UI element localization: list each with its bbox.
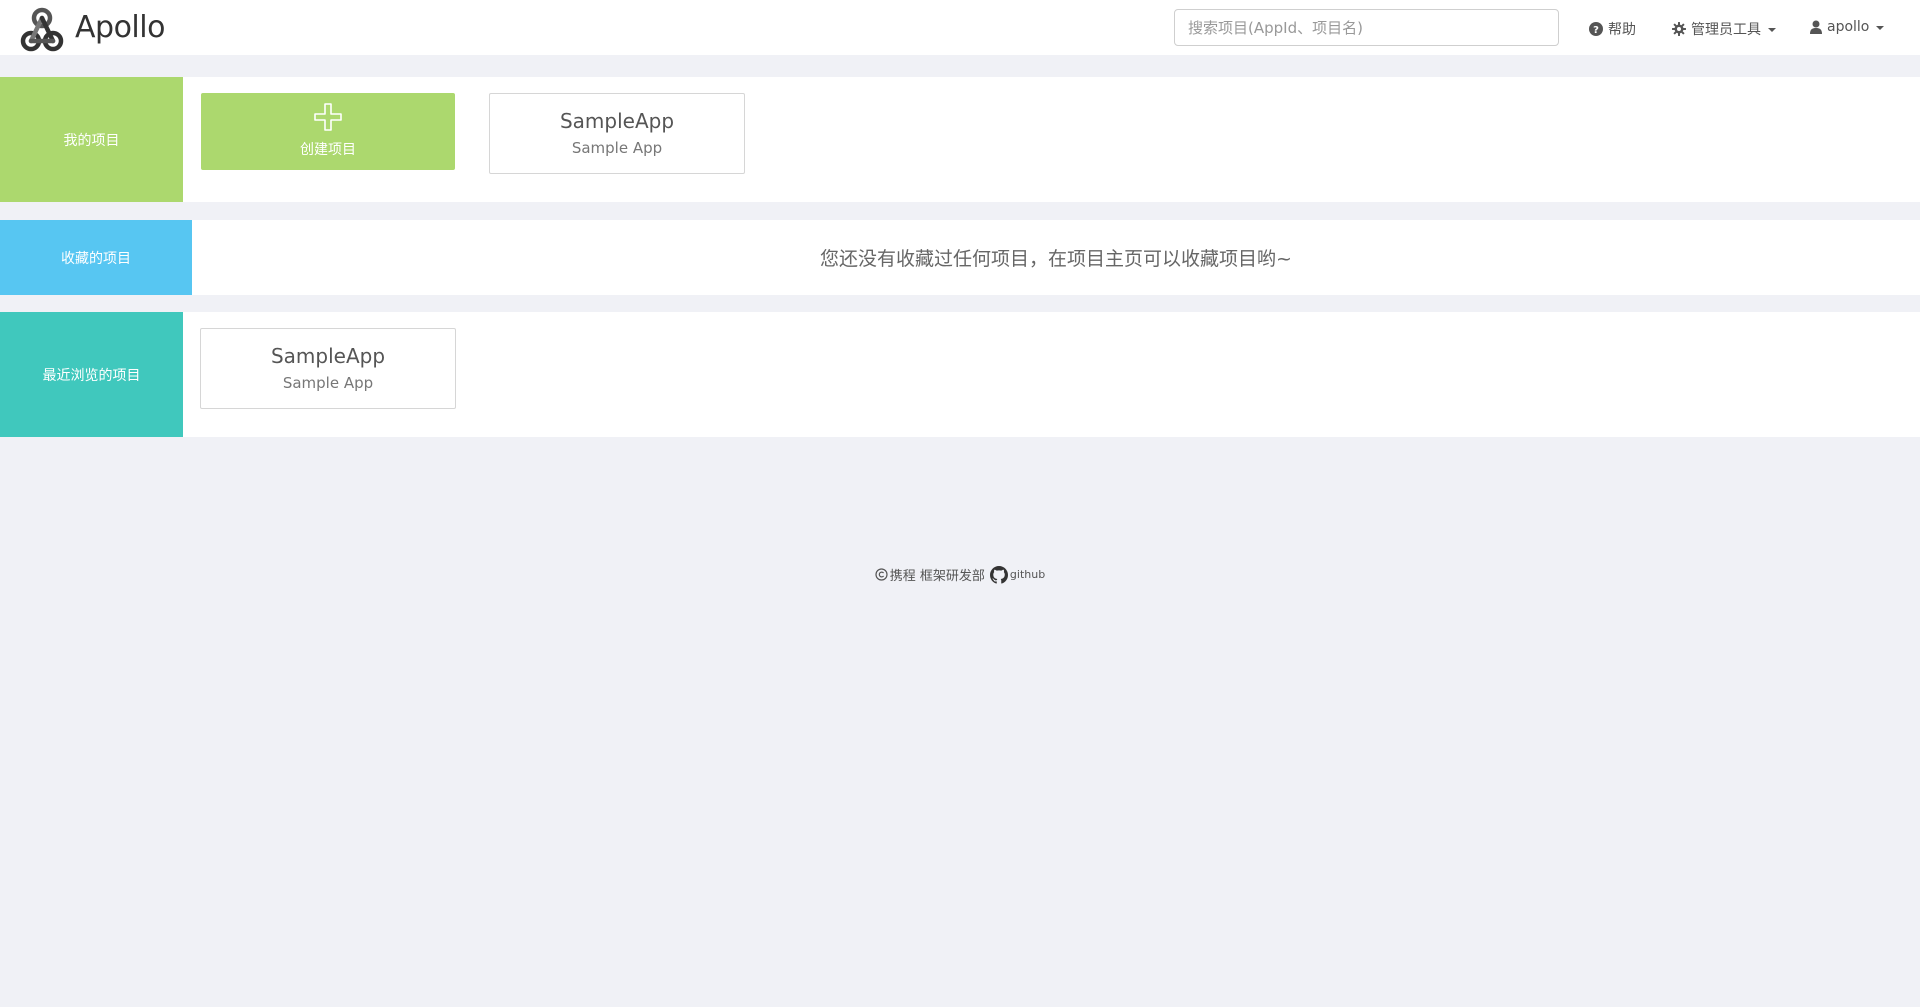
svg-text:?: ? [1593,25,1599,36]
caret-down-icon [1768,28,1776,32]
question-circle-icon: ? [1589,22,1603,36]
project-name: SampleApp [559,109,675,133]
caret-down-icon [1876,26,1885,30]
project-name: SampleApp [270,344,386,368]
project-card-sampleapp[interactable]: SampleApp Sample App [489,93,745,174]
plus-icon [314,102,342,135]
favorite-projects-section: 收藏的项目 您还没有收藏过任何项目，在项目主页可以收藏项目哟~ [0,220,1920,295]
my-projects-label: 我的项目 [0,77,183,202]
favorites-empty-message: 您还没有收藏过任何项目，在项目主页可以收藏项目哟~ [820,248,1292,270]
project-description: Sample App [282,374,374,392]
user-dropdown[interactable]: apollo [1810,19,1885,35]
recent-projects-section: 最近浏览的项目 SampleApp Sample App [0,312,1920,437]
apollo-logo-icon [15,3,69,53]
top-navbar: Apollo ? 帮助 [0,0,1920,55]
recent-projects-label: 最近浏览的项目 [0,312,183,437]
copyright-icon [875,568,888,581]
admin-tools-dropdown[interactable]: 管理员工具 [1672,19,1776,39]
footer-company: 携程 框架研发部 [889,569,985,584]
recent-project-card-sampleapp[interactable]: SampleApp Sample App [200,328,456,409]
project-description: Sample App [571,139,663,157]
project-search-input[interactable] [1174,9,1559,46]
username-label: apollo [1827,19,1870,35]
create-project-button[interactable]: 创建项目 [201,93,455,170]
help-label: 帮助 [1608,22,1636,38]
create-project-label: 创建项目 [300,141,356,158]
gear-icon [1672,22,1686,36]
my-projects-section: 我的项目 创建项目 SampleApp Sample App [0,77,1920,202]
user-icon [1810,20,1822,34]
favorite-projects-label: 收藏的项目 [0,220,192,295]
help-link[interactable]: ? 帮助 [1589,19,1636,39]
brand-name: Apollo [75,10,165,45]
admin-tools-label: 管理员工具 [1691,22,1761,38]
brand-logo-link[interactable]: Apollo [15,0,165,55]
page-footer: 携程 框架研发部 github [0,565,1920,584]
github-link[interactable]: github [1010,568,1045,581]
github-icon[interactable] [989,565,1008,584]
